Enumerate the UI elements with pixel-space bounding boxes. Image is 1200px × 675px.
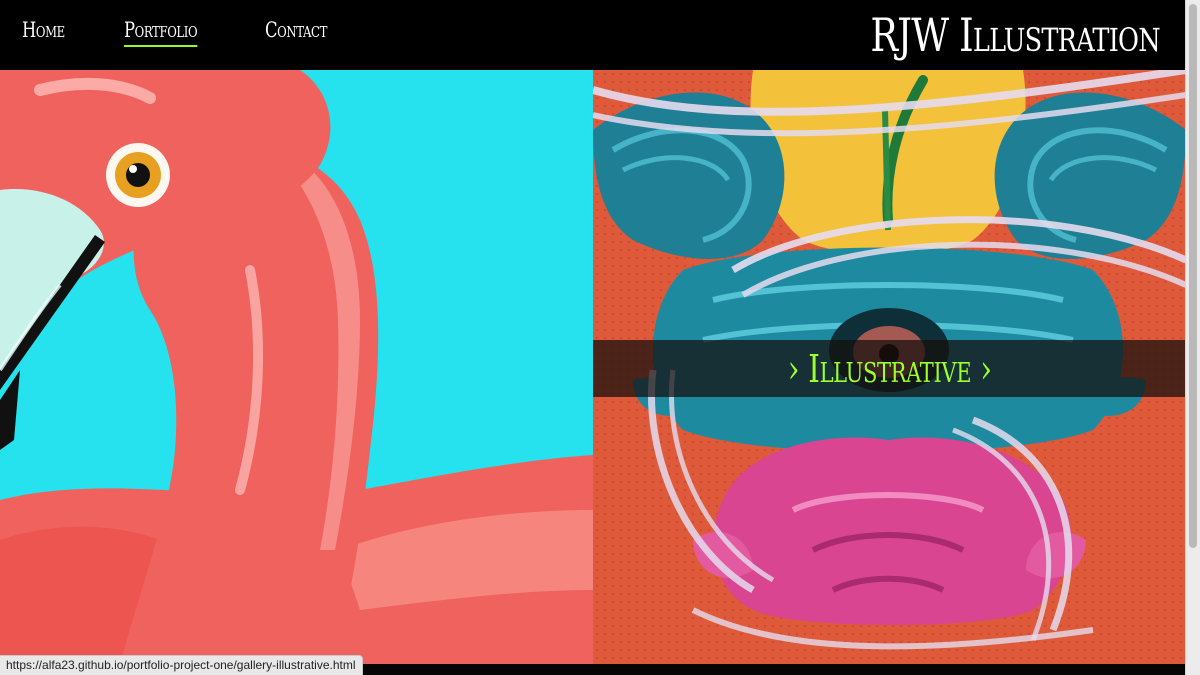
- vertical-scrollbar[interactable]: [1185, 0, 1200, 675]
- site-header: Home Portfolio Contact RJW Illustration: [0, 0, 1186, 70]
- gallery-panel-illustrative[interactable]: › Illustrative ›: [593, 70, 1186, 664]
- scrollbar-thumb[interactable]: [1189, 4, 1197, 548]
- portfolio-page: Home Portfolio Contact RJW Illustration: [0, 0, 1200, 675]
- site-brand-title[interactable]: RJW Illustration: [871, 8, 1161, 62]
- flamingo-illustration: [0, 70, 593, 664]
- nav-link-portfolio[interactable]: Portfolio: [123, 18, 198, 47]
- nav-link-home[interactable]: Home: [22, 18, 65, 42]
- gallery-link-illustrative[interactable]: › Illustrative ›: [593, 340, 1186, 397]
- link-preview-status-bar: https://alfa23.github.io/portfolio-proje…: [0, 655, 363, 675]
- gallery-panel-flamingo[interactable]: [0, 70, 593, 664]
- main-nav: Home Portfolio Contact: [22, 18, 344, 47]
- nav-link-contact[interactable]: Contact: [265, 18, 327, 42]
- illustrative-label: › Illustrative ›: [787, 346, 992, 391]
